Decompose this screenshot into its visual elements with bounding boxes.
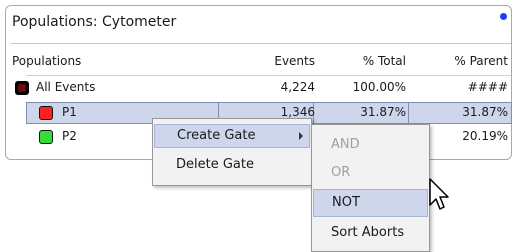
percent-total-value: 100.00%	[352, 80, 406, 94]
percent-total-value: 31.87%	[360, 105, 406, 119]
population-name: All Events	[36, 80, 96, 94]
population-color-swatch-icon	[39, 130, 53, 144]
col-percent-parent[interactable]: % Parent	[454, 51, 508, 72]
panel-title: Populations: Cytometer	[12, 14, 177, 30]
submenu-item-sort-aborts[interactable]: Sort Aborts	[313, 219, 428, 247]
submenu-item-not[interactable]: NOT	[313, 189, 428, 217]
events-value: 4,224	[280, 80, 315, 94]
menu-item-create-gate[interactable]: Create Gate	[154, 124, 310, 148]
submenu-item-or[interactable]: OR	[313, 159, 428, 187]
percent-parent-value: 20.19%	[462, 129, 508, 143]
population-name: P2	[62, 129, 77, 143]
menu-item-label: Delete Gate	[176, 157, 254, 172]
menu-item-label: Create Gate	[177, 128, 256, 143]
percent-parent-value: ####	[467, 80, 508, 94]
menu-item-delete-gate[interactable]: Delete Gate	[154, 153, 310, 177]
mouse-pointer-icon	[429, 178, 449, 210]
col-percent-total[interactable]: % Total	[363, 51, 406, 72]
context-menu: Create Gate Delete Gate	[152, 118, 312, 186]
table-row-all-events[interactable]: All Events 4,224 100.00% ####	[6, 77, 511, 98]
col-events[interactable]: Events	[274, 51, 315, 72]
population-name: P1	[62, 105, 77, 119]
table-header: Populations Events % Total % Parent	[6, 51, 511, 72]
col-populations[interactable]: Populations	[12, 51, 81, 72]
population-color-swatch-icon	[15, 81, 29, 95]
submenu-item-and[interactable]: AND	[313, 131, 428, 159]
panel-status-dot-icon[interactable]	[500, 13, 507, 20]
percent-parent-value: 31.87%	[462, 105, 508, 119]
population-color-swatch-icon	[39, 106, 53, 120]
title-divider	[10, 43, 511, 44]
create-gate-submenu: AND OR NOT Sort Aborts	[311, 124, 430, 252]
submenu-arrow-icon	[299, 132, 303, 140]
header-divider	[26, 75, 511, 76]
